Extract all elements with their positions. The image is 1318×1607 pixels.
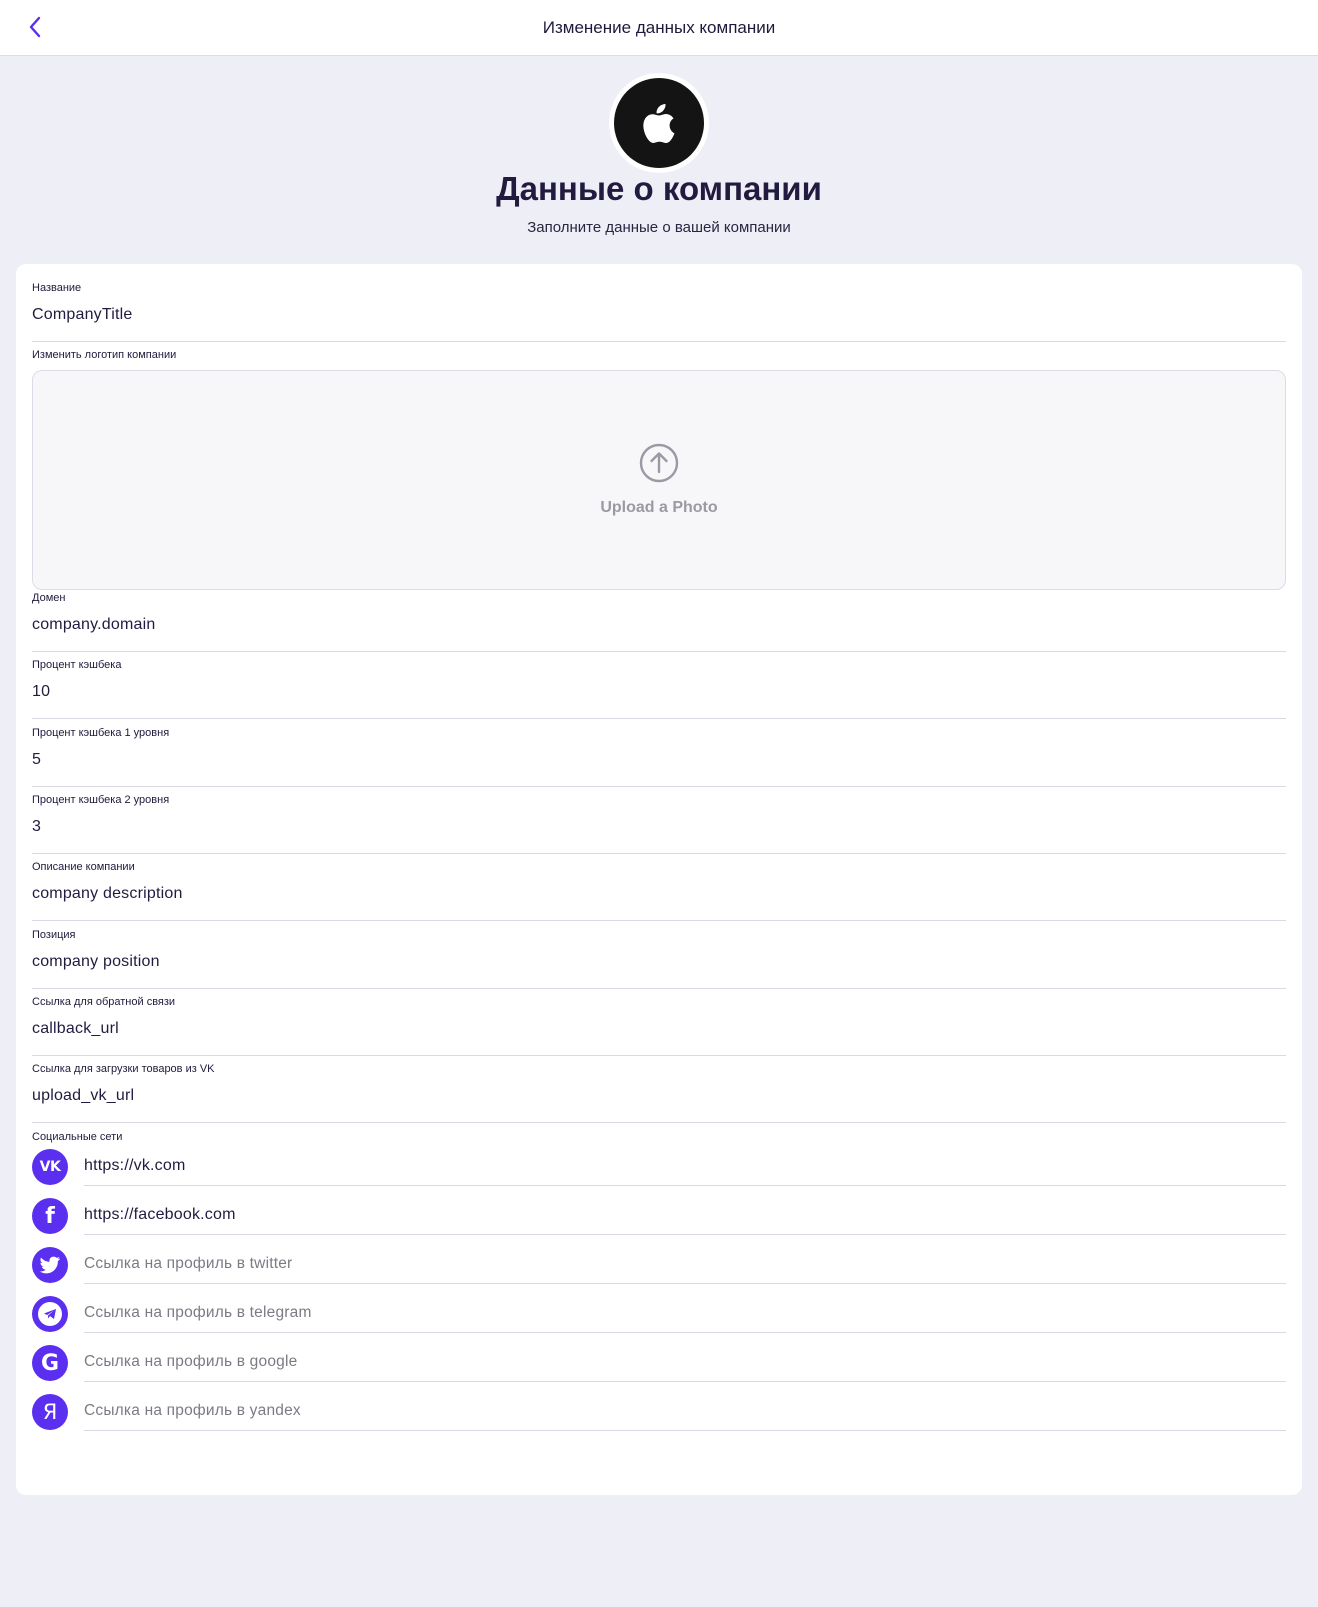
upload-vk-url-input[interactable]: upload_vk_url (32, 1085, 1286, 1123)
facebook-icon: f (32, 1198, 68, 1234)
apple-logo-icon (643, 104, 675, 144)
domain-input[interactable]: company.domain (32, 614, 1286, 652)
description-input[interactable]: company description (32, 883, 1286, 921)
description-label: Описание компании (32, 861, 135, 873)
name-label: Название (32, 282, 82, 294)
page-header-title: Изменение данных компании (542, 17, 776, 37)
social-networks-label: Социальные сети (32, 1131, 123, 1143)
cashback-level1-input[interactable]: 5 (32, 749, 1286, 787)
company-logo-circle (614, 78, 704, 168)
callback-url-input[interactable]: callback_url (32, 1018, 1286, 1056)
social-networks-label-wrap: Социальные сети (32, 1131, 1286, 1143)
domain-label: Домен (32, 592, 66, 604)
logo-upload-label-wrap: Изменить логотип компании (32, 349, 1286, 361)
cashback-field: Процент кэшбека 10 (32, 659, 1286, 719)
yandex-icon: Я (32, 1394, 68, 1430)
name-field: Название CompanyTitle (32, 282, 1286, 342)
twitter-url-input[interactable]: Ссылка на профиль в twitter (84, 1247, 1286, 1284)
cashback-input[interactable]: 10 (32, 681, 1286, 719)
social-row-vk: VK https://vk.com (32, 1149, 1286, 1199)
upload-photo-text: Upload a Photo (600, 499, 718, 516)
cashback-level2-field: Процент кэшбека 2 уровня 3 (32, 794, 1286, 854)
position-input[interactable]: company position (32, 951, 1286, 989)
telegram-url-input[interactable]: Ссылка на профиль в telegram (84, 1296, 1286, 1333)
yandex-url-input[interactable]: Ссылка на профиль в yandex (84, 1394, 1286, 1431)
upload-vk-url-label: Ссылка для загрузки товаров из VK (32, 1063, 215, 1075)
upload-vk-url-field: Ссылка для загрузки товаров из VK upload… (32, 1063, 1286, 1123)
social-row-twitter: Ссылка на профиль в twitter (32, 1247, 1286, 1297)
company-form-card: Название CompanyTitle Изменить логотип к… (16, 264, 1302, 1495)
twitter-icon (32, 1247, 68, 1283)
social-row-yandex: Я Ссылка на профиль в yandex (32, 1394, 1286, 1444)
cashback-level2-label: Процент кэшбека 2 уровня (32, 794, 170, 806)
company-logo[interactable] (609, 73, 709, 173)
cashback-level1-field: Процент кэшбека 1 уровня 5 (32, 727, 1286, 787)
cashback-label: Процент кэшбека (32, 659, 122, 671)
social-row-facebook: f https://facebook.com (32, 1198, 1286, 1248)
google-icon: G (32, 1345, 68, 1381)
page-subtitle: Заполните данные о вашей компании (527, 219, 791, 236)
vk-url-input[interactable]: https://vk.com (84, 1149, 1286, 1186)
vk-icon: VK (32, 1149, 68, 1185)
position-field: Позиция company position (32, 929, 1286, 989)
google-url-input[interactable]: Ссылка на профиль в google (84, 1345, 1286, 1382)
upload-arrow-icon (639, 443, 679, 483)
logo-upload-dropzone[interactable]: Upload a Photo (32, 370, 1286, 590)
domain-field: Домен company.domain (32, 592, 1286, 652)
page-title: Данные о компании (496, 170, 822, 207)
description-field: Описание компании company description (32, 861, 1286, 921)
cashback-level1-label: Процент кэшбека 1 уровня (32, 727, 170, 739)
callback-url-field: Ссылка для обратной связи callback_url (32, 996, 1286, 1056)
callback-url-label: Ссылка для обратной связи (32, 996, 176, 1008)
position-label: Позиция (32, 929, 76, 941)
cashback-level2-input[interactable]: 3 (32, 816, 1286, 854)
facebook-url-input[interactable]: https://facebook.com (84, 1198, 1286, 1235)
name-input[interactable]: CompanyTitle (32, 304, 1286, 342)
social-row-telegram: Ссылка на профиль в telegram (32, 1296, 1286, 1346)
logo-upload-label: Изменить логотип компании (32, 349, 177, 361)
chevron-left-icon (29, 16, 41, 38)
back-button[interactable] (20, 12, 50, 42)
social-row-google: G Ссылка на профиль в google (32, 1345, 1286, 1395)
telegram-icon (32, 1296, 68, 1332)
top-bar: Изменение данных компании (0, 0, 1318, 56)
